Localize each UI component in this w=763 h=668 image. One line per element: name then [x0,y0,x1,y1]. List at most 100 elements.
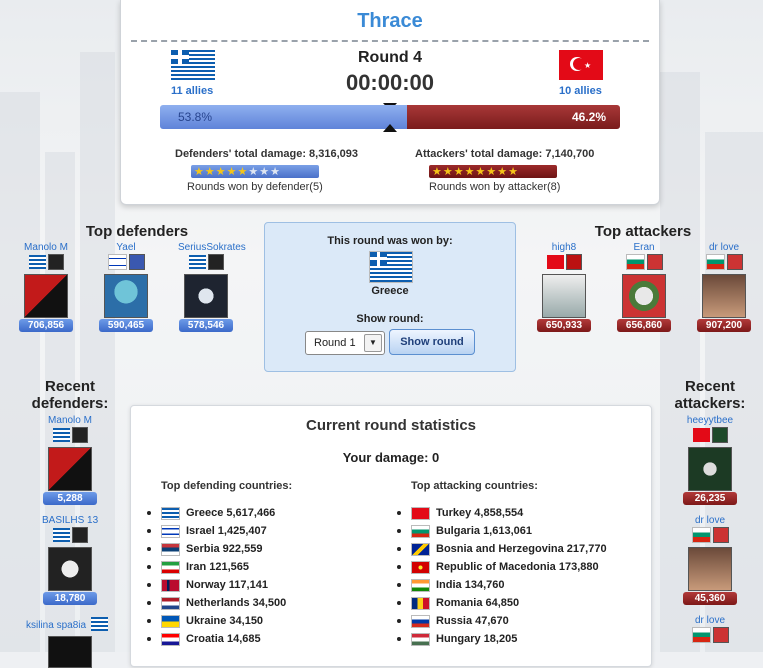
fighter-name-link[interactable]: Yael [98,242,154,253]
attacker-allies-link[interactable]: 10 allies [559,85,602,97]
round-won-label: This round was won by: [327,235,453,247]
greece-flag-icon [161,506,180,520]
fighter-name-link[interactable]: dr love [682,515,738,526]
fighter-name-link[interactable]: ksilina spa8ia [26,620,86,631]
fighter-name-link[interactable]: heeyytbee [682,415,738,426]
divider [131,40,649,42]
list-item: Norway 117,141 [147,576,286,594]
fighter-name-link[interactable]: high8 [536,242,592,253]
recent-defenders-heading: Recent defenders: [31,378,109,412]
defender-percent: 53.8% [178,110,213,124]
fighter-name-link[interactable]: Eran [616,242,672,253]
macedonia-flag-icon [411,560,430,574]
rank-icon [565,253,582,270]
recent-attacker-card[interactable]: dr love 45,360 [682,515,738,605]
list-item: India 134,760 [397,576,607,594]
list-item: Hungary 18,205 [397,630,607,648]
fighter-name-link[interactable]: SeriusSokrates [178,242,246,253]
bulgaria-flag-icon [411,524,430,538]
turkey-flag-icon [692,427,710,442]
defending-countries-list: Greece 5,617,466 Israel 1,425,407 Serbia… [147,504,286,648]
rank-icon [646,253,663,270]
top-attacker-card[interactable]: dr love 907,200 [696,242,752,332]
list-item: Israel 1,425,407 [147,522,286,540]
avatar[interactable] [622,274,666,318]
avatar[interactable] [184,274,228,318]
avatar[interactable] [688,447,732,491]
greece-flag-icon [369,251,413,283]
recent-defender-card[interactable]: ksilina spa8ia [26,615,116,668]
show-round-button[interactable]: Show round [389,329,475,355]
rank-icon [47,253,64,270]
hungary-flag-icon [411,632,430,646]
greece-flag-icon [28,254,46,269]
round-select[interactable]: Round 1 ▼ [305,331,385,355]
top-attacker-card[interactable]: high8 650,933 [536,242,592,332]
turkey-flag-icon [411,506,430,520]
list-item: Russia 47,670 [397,612,607,630]
fighter-name-link[interactable]: dr love [696,242,752,253]
top-defender-card[interactable]: SeriusSokrates 578,546 [178,242,246,332]
avatar[interactable] [542,274,586,318]
list-item: Ukraine 34,150 [147,612,286,630]
bulgaria-flag-icon [625,253,645,270]
battle-header-panel: Thrace 11 allies Round 4 00:00:00 ★ 10 a… [120,0,660,205]
bosnia-flag-icon [411,542,430,556]
damage-value: 5,288 [43,492,97,505]
rank-icon [726,253,743,270]
fighter-name-link[interactable]: Manolo M [18,242,74,253]
recent-defender-card[interactable]: BASILHS 13 18,780 [42,515,98,605]
avatar[interactable] [24,274,68,318]
damage-value: 26,235 [683,492,737,505]
list-item: Republic of Macedonia 173,880 [397,558,607,576]
israel-flag-icon [161,524,180,538]
damage-value: 18,780 [43,592,97,605]
ukraine-flag-icon [161,614,180,628]
recent-attacker-card[interactable]: heeyytbee 26,235 [682,415,738,505]
israel-flag-icon [107,253,127,270]
russia-flag-icon [411,614,430,628]
damage-value: 45,360 [683,592,737,605]
avatar[interactable] [702,274,746,318]
list-item: Turkey 4,858,554 [397,504,607,522]
recent-attackers-heading: Recent attackers: [674,378,746,412]
turkey-flag-icon [546,254,564,269]
top-defender-card[interactable]: Manolo M 706,856 [18,242,74,332]
list-item: Croatia 14,685 [147,630,286,648]
attackers-total-damage: Attackers' total damage: 7,140,700 [415,148,595,160]
top-attacker-card[interactable]: Eran 656,860 [616,242,672,332]
fighter-name-link[interactable]: dr love [682,615,738,626]
list-item: Netherlands 34,500 [147,594,286,612]
rank-icon [128,253,145,270]
statistics-heading: Current round statistics [305,417,477,434]
recent-defender-card[interactable]: Manolo M 5,288 [42,415,98,505]
greece-flag-icon [52,427,70,442]
list-item: Greece 5,617,466 [147,504,286,522]
defenders-total-damage: Defenders' total damage: 8,316,093 [175,148,358,160]
avatar[interactable] [48,547,92,591]
bulgaria-flag-icon [705,253,725,270]
fighter-name-link[interactable]: BASILHS 13 [42,515,98,526]
avatar[interactable] [48,447,92,491]
avatar[interactable] [688,547,732,591]
chevron-down-icon[interactable]: ▼ [364,334,382,352]
top-attackers-heading: Top attackers [594,223,692,240]
winner-country: Greece [371,285,409,297]
damage-value: 590,465 [99,319,153,332]
list-item: Bulgaria 1,613,061 [397,522,607,540]
rank-icon [207,253,224,270]
round-statistics-panel: Current round statistics Your damage: 0 … [130,405,652,667]
list-item: Iran 121,565 [147,558,286,576]
list-item: Romania 64,850 [397,594,607,612]
top-defenders-heading: Top defenders [85,223,189,240]
list-item: Serbia 922,559 [147,540,286,558]
recent-attacker-card[interactable]: dr love [682,615,738,644]
list-item: Bosnia and Herzegovina 217,770 [397,540,607,558]
rank-icon [712,626,729,643]
avatar[interactable] [104,274,148,318]
round-winner-panel: This round was won by: Greece Show round… [264,222,516,372]
defender-rounds-stars: ★ ★ ★ ★ ★ ★ ★ ★ [191,165,319,178]
avatar[interactable] [48,636,92,668]
fighter-name-link[interactable]: Manolo M [42,415,98,426]
top-defender-card[interactable]: Yael 590,465 [98,242,154,332]
